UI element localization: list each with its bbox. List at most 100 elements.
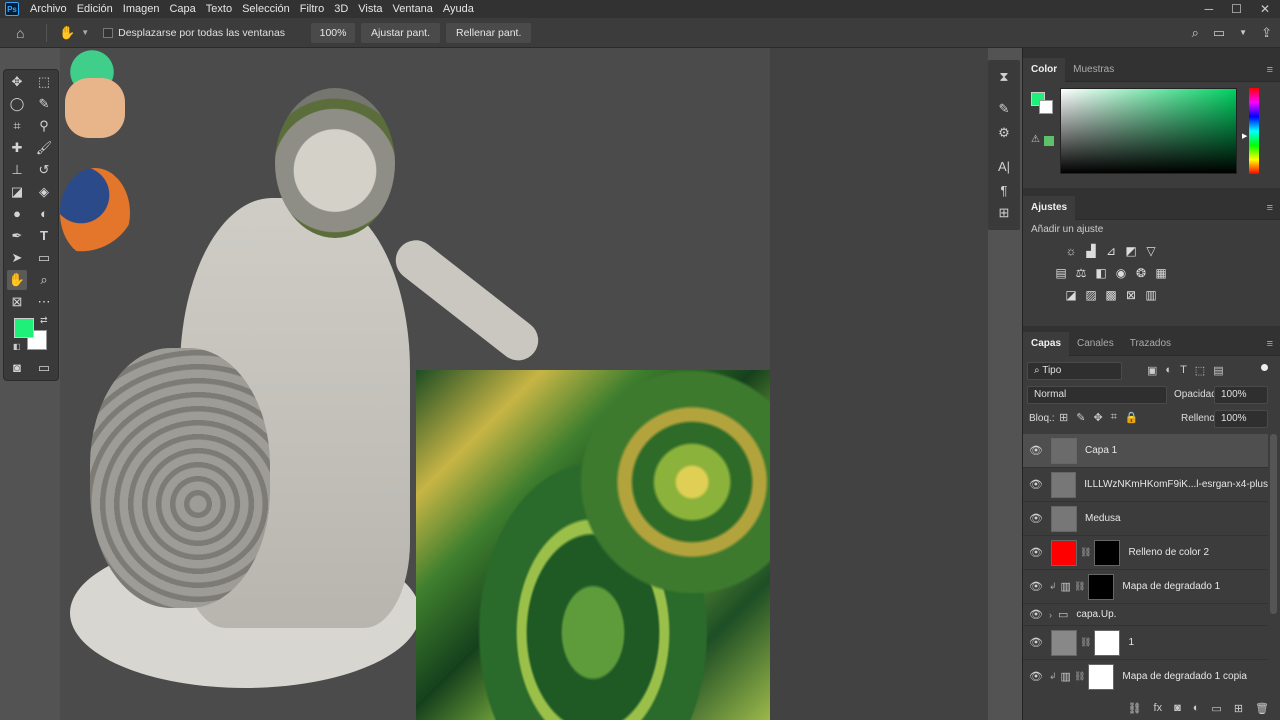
lasso-tool-icon[interactable]: ◯: [7, 94, 27, 114]
tab-canales[interactable]: Canales: [1069, 332, 1122, 356]
stamp-tool-icon[interactable]: ⊥: [7, 160, 27, 180]
path-selection-tool-icon[interactable]: ➤: [7, 248, 27, 268]
layer-row[interactable]: 👁 ⛓ Relleno de color 2: [1023, 536, 1268, 570]
curves-icon[interactable]: ⊿: [1103, 244, 1119, 258]
lock-transparency-icon[interactable]: ⊞: [1059, 411, 1068, 424]
tab-ajustes[interactable]: Ajustes: [1023, 195, 1076, 220]
zoom-tool-icon[interactable]: ⌕: [34, 270, 54, 290]
panel-menu-icon[interactable]: ≡: [1267, 64, 1273, 76]
frame-tool-icon[interactable]: ⊠: [7, 292, 27, 312]
canvas-area[interactable]: [0, 48, 1022, 720]
scroll-all-windows-checkbox[interactable]: [103, 27, 114, 38]
quick-mask-icon[interactable]: ◙: [7, 358, 27, 378]
eraser-tool-icon[interactable]: ◪: [7, 182, 27, 202]
layer-filter-select[interactable]: ⌕ Tipo: [1027, 362, 1122, 380]
tab-trazados[interactable]: Trazados: [1122, 332, 1179, 356]
screen-mode-icon[interactable]: ▭: [34, 358, 54, 378]
new-adjustment-icon[interactable]: ◐: [1193, 702, 1200, 714]
properties-icon[interactable]: ⚙: [994, 124, 1014, 142]
home-icon[interactable]: ⌂: [16, 25, 34, 41]
brightness-contrast-icon[interactable]: ☼: [1063, 244, 1079, 258]
visibility-eye-icon[interactable]: 👁: [1023, 670, 1049, 683]
lock-position-icon[interactable]: ✥: [1093, 411, 1102, 424]
blend-mode-select[interactable]: Normal: [1027, 386, 1167, 404]
layers-scrollbar[interactable]: [1270, 434, 1277, 614]
lock-artboard-icon[interactable]: ⌗: [1111, 411, 1117, 424]
foreground-color-swatch[interactable]: [14, 318, 34, 338]
visibility-eye-icon[interactable]: 👁: [1023, 444, 1049, 457]
layer-row[interactable]: 👁 ↲ ▥ ⛓ Mapa de degradado 1: [1023, 570, 1268, 604]
lock-all-icon[interactable]: 🔒: [1125, 411, 1139, 424]
menu-vista[interactable]: Vista: [353, 0, 387, 18]
exposure-icon[interactable]: ◩: [1123, 244, 1139, 258]
layer-row[interactable]: 👁 › ▭ capa.Up.: [1023, 604, 1268, 626]
delete-layer-icon[interactable]: 🗑: [1255, 702, 1269, 715]
new-layer-icon[interactable]: ⊞: [1234, 702, 1243, 715]
share-icon[interactable]: ⇪: [1261, 25, 1272, 41]
hand-tool-icon[interactable]: ✋: [59, 25, 75, 41]
web-safe-swatch[interactable]: [1044, 136, 1054, 146]
layer-row[interactable]: 👁 ↲ ▥ ⛓ Mapa de degradado 1 copia: [1023, 660, 1268, 692]
search-icon[interactable]: ⌕: [1192, 25, 1199, 41]
black-white-icon[interactable]: ◧: [1093, 266, 1109, 280]
visibility-eye-icon[interactable]: 👁: [1023, 608, 1049, 621]
photo-filter-icon[interactable]: ◉: [1113, 266, 1129, 280]
add-mask-icon[interactable]: ◙: [1174, 702, 1181, 714]
levels-icon[interactable]: ▟: [1083, 244, 1099, 258]
chevron-down-icon[interactable]: ▼: [81, 28, 89, 37]
lock-pixels-icon[interactable]: ✎: [1076, 411, 1085, 424]
link-layers-icon[interactable]: ⛓: [1128, 702, 1142, 715]
layer-row[interactable]: 👁 ILLLWzNKmHKomF9iK...l-esrgan-x4-plus: [1023, 468, 1268, 502]
marquee-tool-icon[interactable]: ⬚: [34, 72, 54, 92]
chevron-right-icon[interactable]: ›: [1049, 610, 1052, 620]
paragraph-panel-icon[interactable]: ¶: [994, 182, 1014, 200]
hue-slider[interactable]: [1249, 88, 1259, 174]
color-lookup-icon[interactable]: ▦: [1153, 266, 1169, 280]
maximize-icon[interactable]: ☐: [1231, 2, 1242, 16]
close-icon[interactable]: ✕: [1260, 2, 1270, 16]
fill-field[interactable]: 100%: [1214, 410, 1268, 428]
hue-slider-handle[interactable]: ▶: [1242, 132, 1247, 140]
brush-settings-icon[interactable]: ✎: [994, 100, 1014, 118]
type-tool-icon[interactable]: T: [34, 226, 54, 246]
glyphs-panel-icon[interactable]: ⊞: [994, 204, 1014, 222]
more-tools-icon[interactable]: ⋯: [34, 292, 54, 312]
healing-brush-tool-icon[interactable]: ✚: [7, 138, 27, 158]
gradient-map-icon[interactable]: ▥: [1143, 288, 1159, 302]
layer-row[interactable]: 👁 ⛓ 1: [1023, 626, 1268, 660]
visibility-eye-icon[interactable]: 👁: [1023, 636, 1049, 649]
default-colors-icon[interactable]: ◧: [13, 342, 21, 351]
menu-edicion[interactable]: Edición: [72, 0, 118, 18]
menu-ayuda[interactable]: Ayuda: [438, 0, 479, 18]
minimize-icon[interactable]: ─: [1205, 2, 1214, 16]
visibility-eye-icon[interactable]: 👁: [1023, 580, 1049, 593]
menu-3d[interactable]: 3D: [329, 0, 353, 18]
hand-tool-icon[interactable]: ✋: [7, 270, 27, 290]
menu-capa[interactable]: Capa: [164, 0, 200, 18]
rectangle-tool-icon[interactable]: ▭: [34, 248, 54, 268]
menu-filtro[interactable]: Filtro: [295, 0, 329, 18]
filter-toggle-icon[interactable]: [1261, 364, 1268, 371]
new-group-icon[interactable]: ▭: [1211, 702, 1221, 715]
tab-color[interactable]: Color: [1023, 57, 1066, 82]
shape-filter-icon[interactable]: ⬚: [1195, 364, 1205, 377]
fill-screen-button[interactable]: Rellenar pant.: [446, 22, 532, 43]
threshold-icon[interactable]: ▩: [1103, 288, 1119, 302]
pen-tool-icon[interactable]: ✒: [7, 226, 27, 246]
eyedropper-tool-icon[interactable]: ⚲: [34, 116, 54, 136]
menu-texto[interactable]: Texto: [201, 0, 237, 18]
pixel-filter-icon[interactable]: ▣: [1147, 364, 1157, 377]
fit-screen-button[interactable]: Ajustar pant.: [361, 22, 440, 43]
selective-color-icon[interactable]: ⊠: [1123, 288, 1139, 302]
invert-icon[interactable]: ◪: [1063, 288, 1079, 302]
visibility-eye-icon[interactable]: 👁: [1023, 546, 1049, 559]
menu-imagen[interactable]: Imagen: [118, 0, 165, 18]
posterize-icon[interactable]: ▨: [1083, 288, 1099, 302]
panel-menu-icon[interactable]: ≡: [1267, 202, 1273, 214]
layer-row[interactable]: 👁 Medusa: [1023, 502, 1268, 536]
move-tool-icon[interactable]: ✥: [7, 72, 27, 92]
chevron-down-icon[interactable]: ▼: [1239, 28, 1247, 37]
zoom-value-field[interactable]: 100%: [311, 22, 356, 43]
menu-ventana[interactable]: Ventana: [388, 0, 438, 18]
type-filter-icon[interactable]: T: [1180, 364, 1187, 377]
